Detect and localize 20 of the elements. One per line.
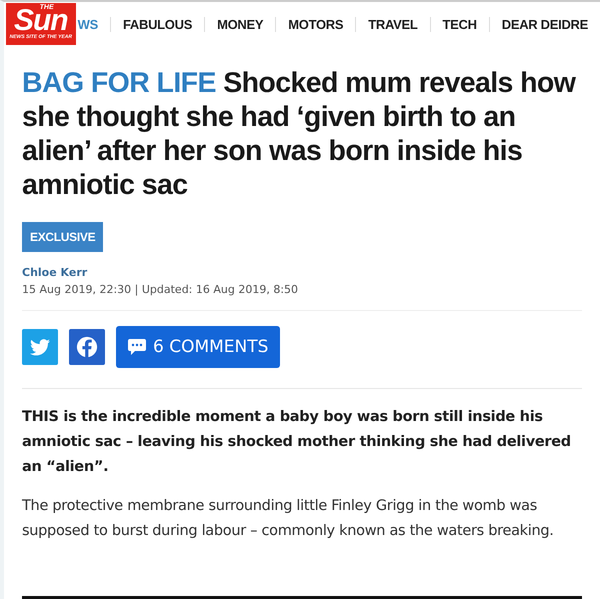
nav-link[interactable]: TECH xyxy=(430,16,489,32)
author-link[interactable]: Chloe Kerr xyxy=(22,266,582,279)
exclusive-tag: EXCLUSIVE xyxy=(22,222,104,252)
speech-bubble-icon xyxy=(128,339,146,355)
facebook-icon xyxy=(76,336,98,358)
nav-link[interactable]: WS xyxy=(76,16,110,32)
nav-link[interactable]: MONEY xyxy=(204,16,276,32)
dateline: 15 Aug 2019, 22:30 | Updated: 16 Aug 2019, 8:50 xyxy=(22,283,300,296)
twitter-bird-icon xyxy=(30,338,50,356)
body-paragraph: The protective membrane surrounding little Finley Grigg in the womb was supposed to burst during labour – commonly known as the waters breaking. xyxy=(22,497,555,541)
facebook-share-button[interactable] xyxy=(69,329,105,365)
nav-link[interactable]: DEAR DEIDRE xyxy=(488,16,600,32)
nav-link[interactable]: MOTORS xyxy=(275,16,356,32)
twitter-share-button[interactable] xyxy=(22,329,58,365)
nav-link[interactable]: TRAVEL xyxy=(355,16,430,32)
headline: BAG FOR LIFE Shocked mum reveals how she thought she had ‘given birth to an alien’ after her son was born inside his amniotic sac xyxy=(22,66,577,202)
comments-button[interactable]: 6 COMMENTS xyxy=(116,326,280,368)
nav-link[interactable]: FABULOUS xyxy=(110,16,204,32)
logo-title: Sun xyxy=(14,8,68,34)
lead-paragraph: THIS is the incredible moment a baby boy was born still inside his amniotic sac – leaving his shocked mother thinking she had delivered an “alien”. xyxy=(22,408,572,477)
